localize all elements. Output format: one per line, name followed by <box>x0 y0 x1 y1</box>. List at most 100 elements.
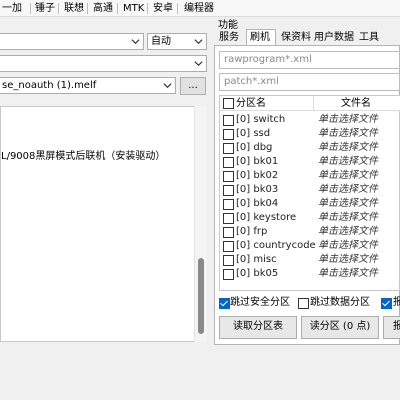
tab-flash[interactable]: 刷机 <box>250 31 270 45</box>
file-select-link[interactable]: 单击选择文件 <box>318 197 378 211</box>
read-partition-button[interactable]: 读分区 (0 点) <box>301 316 379 339</box>
read-partition-table-button[interactable]: 读取分区表 <box>219 316 297 339</box>
table-row[interactable]: [0] bk04 单击选择文件 <box>220 197 400 211</box>
log-scrollbar[interactable] <box>194 106 207 342</box>
file-select-link[interactable]: 单击选择文件 <box>318 169 378 183</box>
browse-button[interactable]: ... <box>180 77 206 95</box>
tab-service[interactable]: 服务 <box>219 31 239 45</box>
menu-separator <box>30 3 31 14</box>
file-select-link[interactable]: 单击选择文件 <box>318 253 378 267</box>
menu-separator <box>117 3 118 14</box>
partition-name: [0] countrycode <box>236 240 316 251</box>
row-checkbox[interactable] <box>223 241 234 252</box>
row-checkbox[interactable] <box>223 255 234 266</box>
skip-data-checkbox[interactable] <box>298 298 309 309</box>
file-select-link[interactable]: 单击选择文件 <box>318 211 378 225</box>
file-select-link[interactable]: 单击选择文件 <box>318 127 378 141</box>
skip-safe-label: 跳过安全分区 <box>230 297 290 308</box>
scrollbar-thumb[interactable] <box>198 258 204 334</box>
row-checkbox[interactable] <box>223 227 234 238</box>
partition-name: [0] misc <box>236 254 277 265</box>
partition-name: [0] bk02 <box>236 170 279 181</box>
file-select-link[interactable]: 单击选择文件 <box>318 113 378 127</box>
partition-name: [0] switch <box>236 114 286 125</box>
log-panel: L/9008黑屏模式后联机（安装驱动） <box>0 106 207 342</box>
port-combo[interactable] <box>0 33 144 50</box>
partition-name: [0] ssd <box>236 128 271 139</box>
chevron-down-icon <box>131 39 140 45</box>
partition-name: [0] keystore <box>236 212 297 223</box>
bottom-area <box>0 346 400 400</box>
menu-separator <box>147 3 148 14</box>
menu-programmer[interactable]: 编程器 <box>184 0 214 17</box>
table-row[interactable]: [0] countrycode 单击选择文件 <box>220 239 400 253</box>
rawprogram-field[interactable]: rawprogram*.xml <box>219 51 400 69</box>
mode-combo-value: 自动 <box>151 36 171 47</box>
table-row[interactable]: [0] switch 单击选择文件 <box>220 113 400 127</box>
file-select-link[interactable]: 单击选择文件 <box>318 183 378 197</box>
row-checkbox[interactable] <box>223 199 234 210</box>
file-select-link[interactable]: 单击选择文件 <box>318 267 378 281</box>
partition-table: 分区名 文件名 [0] switch 单击选择文件 [0] ssd 单击选择文件… <box>219 95 400 291</box>
tab-userdata[interactable]: 用户数据 <box>314 31 354 45</box>
rawprogram-placeholder: rawprogram*.xml <box>224 54 312 65</box>
third-option-label: 报 <box>393 297 400 308</box>
table-row[interactable]: [0] ssd 单击选择文件 <box>220 127 400 141</box>
column-header-name: 分区名 <box>236 98 266 109</box>
third-action-button[interactable]: 报 <box>383 316 400 339</box>
file-select-link[interactable]: 单击选择文件 <box>318 239 378 253</box>
partition-name: [0] bk05 <box>236 268 279 279</box>
partition-name: [0] bk01 <box>236 156 279 167</box>
menu-separator <box>177 3 178 14</box>
third-option-checkbox[interactable] <box>381 298 392 309</box>
log-line: L/9008黑屏模式后联机（安装驱动） <box>1 151 166 162</box>
loader-combo-value: se_noauth (1).melf <box>2 80 97 91</box>
menu-smartisan[interactable]: 锤子 <box>35 0 55 17</box>
patch-placeholder: patch*.xml <box>224 76 279 87</box>
menu-qualcomm[interactable]: 高通 <box>93 0 113 17</box>
row-checkbox[interactable] <box>223 157 234 168</box>
section-label: 功能 <box>218 20 238 31</box>
partition-name: [0] bk03 <box>236 184 279 195</box>
menu-android[interactable]: 安卓 <box>153 0 173 17</box>
table-row[interactable]: [0] misc 单击选择文件 <box>220 253 400 267</box>
menu-bar: 一加 锤子 联想 高通 MTK 安卓 编程器 <box>0 0 400 17</box>
table-row[interactable]: [0] keystore 单击选择文件 <box>220 211 400 225</box>
menu-lenovo[interactable]: 联想 <box>64 0 84 17</box>
row-checkbox[interactable] <box>223 115 234 126</box>
device-combo[interactable] <box>0 55 207 72</box>
table-row[interactable]: [0] dbg 单击选择文件 <box>220 141 400 155</box>
tab-backup[interactable]: 保资料 <box>281 31 311 45</box>
file-select-link[interactable]: 单击选择文件 <box>318 155 378 169</box>
row-checkbox[interactable] <box>223 143 234 154</box>
skip-safe-checkbox[interactable] <box>219 298 230 309</box>
table-header: 分区名 文件名 <box>220 96 400 111</box>
loader-combo[interactable]: se_noauth (1).melf <box>0 77 176 94</box>
menu-oneplus[interactable]: 一加 <box>2 0 22 17</box>
column-divider <box>313 96 314 111</box>
menu-mtk[interactable]: MTK <box>123 0 144 17</box>
table-row[interactable]: [0] bk03 单击选择文件 <box>220 183 400 197</box>
table-row[interactable]: [0] bk02 单击选择文件 <box>220 169 400 183</box>
select-all-checkbox[interactable] <box>223 98 234 109</box>
menu-separator <box>87 3 88 14</box>
chevron-down-icon <box>163 83 172 89</box>
file-select-link[interactable]: 单击选择文件 <box>318 141 378 155</box>
file-select-link[interactable]: 单击选择文件 <box>318 225 378 239</box>
table-row[interactable]: [0] bk01 单击选择文件 <box>220 155 400 169</box>
row-checkbox[interactable] <box>223 129 234 140</box>
row-checkbox[interactable] <box>223 269 234 280</box>
skip-data-label: 跳过数据分区 <box>310 297 370 308</box>
patch-field[interactable]: patch*.xml <box>219 73 400 91</box>
partition-name: [0] dbg <box>236 142 273 153</box>
menu-separator <box>58 3 59 14</box>
table-row[interactable]: [0] frp 单击选择文件 <box>220 225 400 239</box>
table-row[interactable]: [0] bk05 单击选择文件 <box>220 267 400 281</box>
partition-name: [0] bk04 <box>236 198 279 209</box>
column-header-file: 文件名 <box>341 98 371 109</box>
row-checkbox[interactable] <box>223 213 234 224</box>
row-checkbox[interactable] <box>223 185 234 196</box>
row-checkbox[interactable] <box>223 171 234 182</box>
tab-tools[interactable]: 工具 <box>359 31 379 45</box>
mode-combo[interactable]: 自动 <box>147 33 207 50</box>
